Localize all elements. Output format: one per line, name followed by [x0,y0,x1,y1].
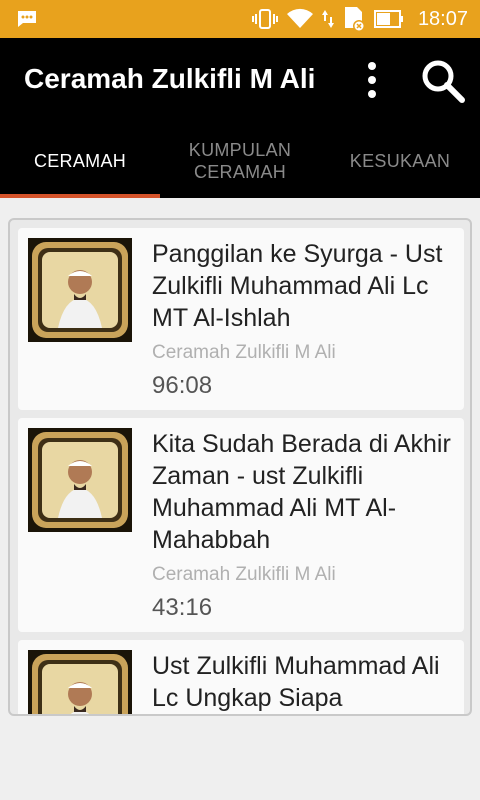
item-subtitle: Ceramah Zulkifli M Ali [152,342,336,363]
lecture-list[interactable]: Panggilan ke Syurga - Ust Zulkifli Muham… [8,218,472,716]
tab-kumpulan-ceramah[interactable]: KUMPULAN CERAMAH [160,124,320,198]
status-bar: 18:07 [0,0,480,38]
search-icon[interactable] [418,56,468,106]
item-title: Kita Sudah Berada di Akhir Zaman - ust Z… [152,430,451,554]
sd-card-icon [344,7,365,32]
data-arrows-icon [321,10,334,28]
wifi-icon [286,8,313,28]
item-title: Panggilan ke Syurga - Ust Zulkifli Muham… [152,240,443,332]
content-area: Panggilan ke Syurga - Ust Zulkifli Muham… [0,198,480,728]
tab-label: CERAMAH [33,151,127,171]
overflow-menu-icon[interactable] [356,58,388,102]
thumbnail-image [28,428,132,532]
tab-ceramah[interactable]: CERAMAH [0,124,160,198]
app-title: Ceramah Zulkifli M Ali [24,63,316,94]
item-text: Kita Sudah Berada di Akhir Zaman - ust Z… [152,428,454,622]
item-subtitle: Ceramah Zulkifli M Ali [152,564,336,585]
item-duration: 43:16 [152,594,213,621]
tab-label: KESUKAAN [349,151,451,171]
tab-bar: CERAMAH KUMPULAN CERAMAH KESUKAAN [0,124,480,198]
item-title: Ust Zulkifli Muhammad Ali Lc Ungkap Siap… [152,652,440,712]
tab-label: KUMPULAN CERAMAH [188,140,292,182]
item-text: Panggilan ke Syurga - Ust Zulkifli Muham… [152,238,454,400]
thumbnail-image [28,238,132,342]
item-text: Ust Zulkifli Muhammad Ali Lc Ungkap Siap… [152,650,454,714]
list-item[interactable]: Ust Zulkifli Muhammad Ali Lc Ungkap Siap… [18,640,464,714]
message-icon [18,11,36,27]
list-item[interactable]: Kita Sudah Berada di Akhir Zaman - ust Z… [18,418,464,632]
vibrate-icon [251,9,278,29]
tab-kesukaan[interactable]: KESUKAAN [320,124,480,198]
app-bar: Ceramah Zulkifli M Ali [0,38,480,124]
list-item[interactable]: Panggilan ke Syurga - Ust Zulkifli Muham… [18,228,464,410]
item-duration: 96:08 [152,372,213,399]
status-time: 18:07 [417,7,468,30]
bottom-empty-area [0,728,480,800]
battery-icon [373,10,403,28]
thumbnail-image [28,650,132,714]
